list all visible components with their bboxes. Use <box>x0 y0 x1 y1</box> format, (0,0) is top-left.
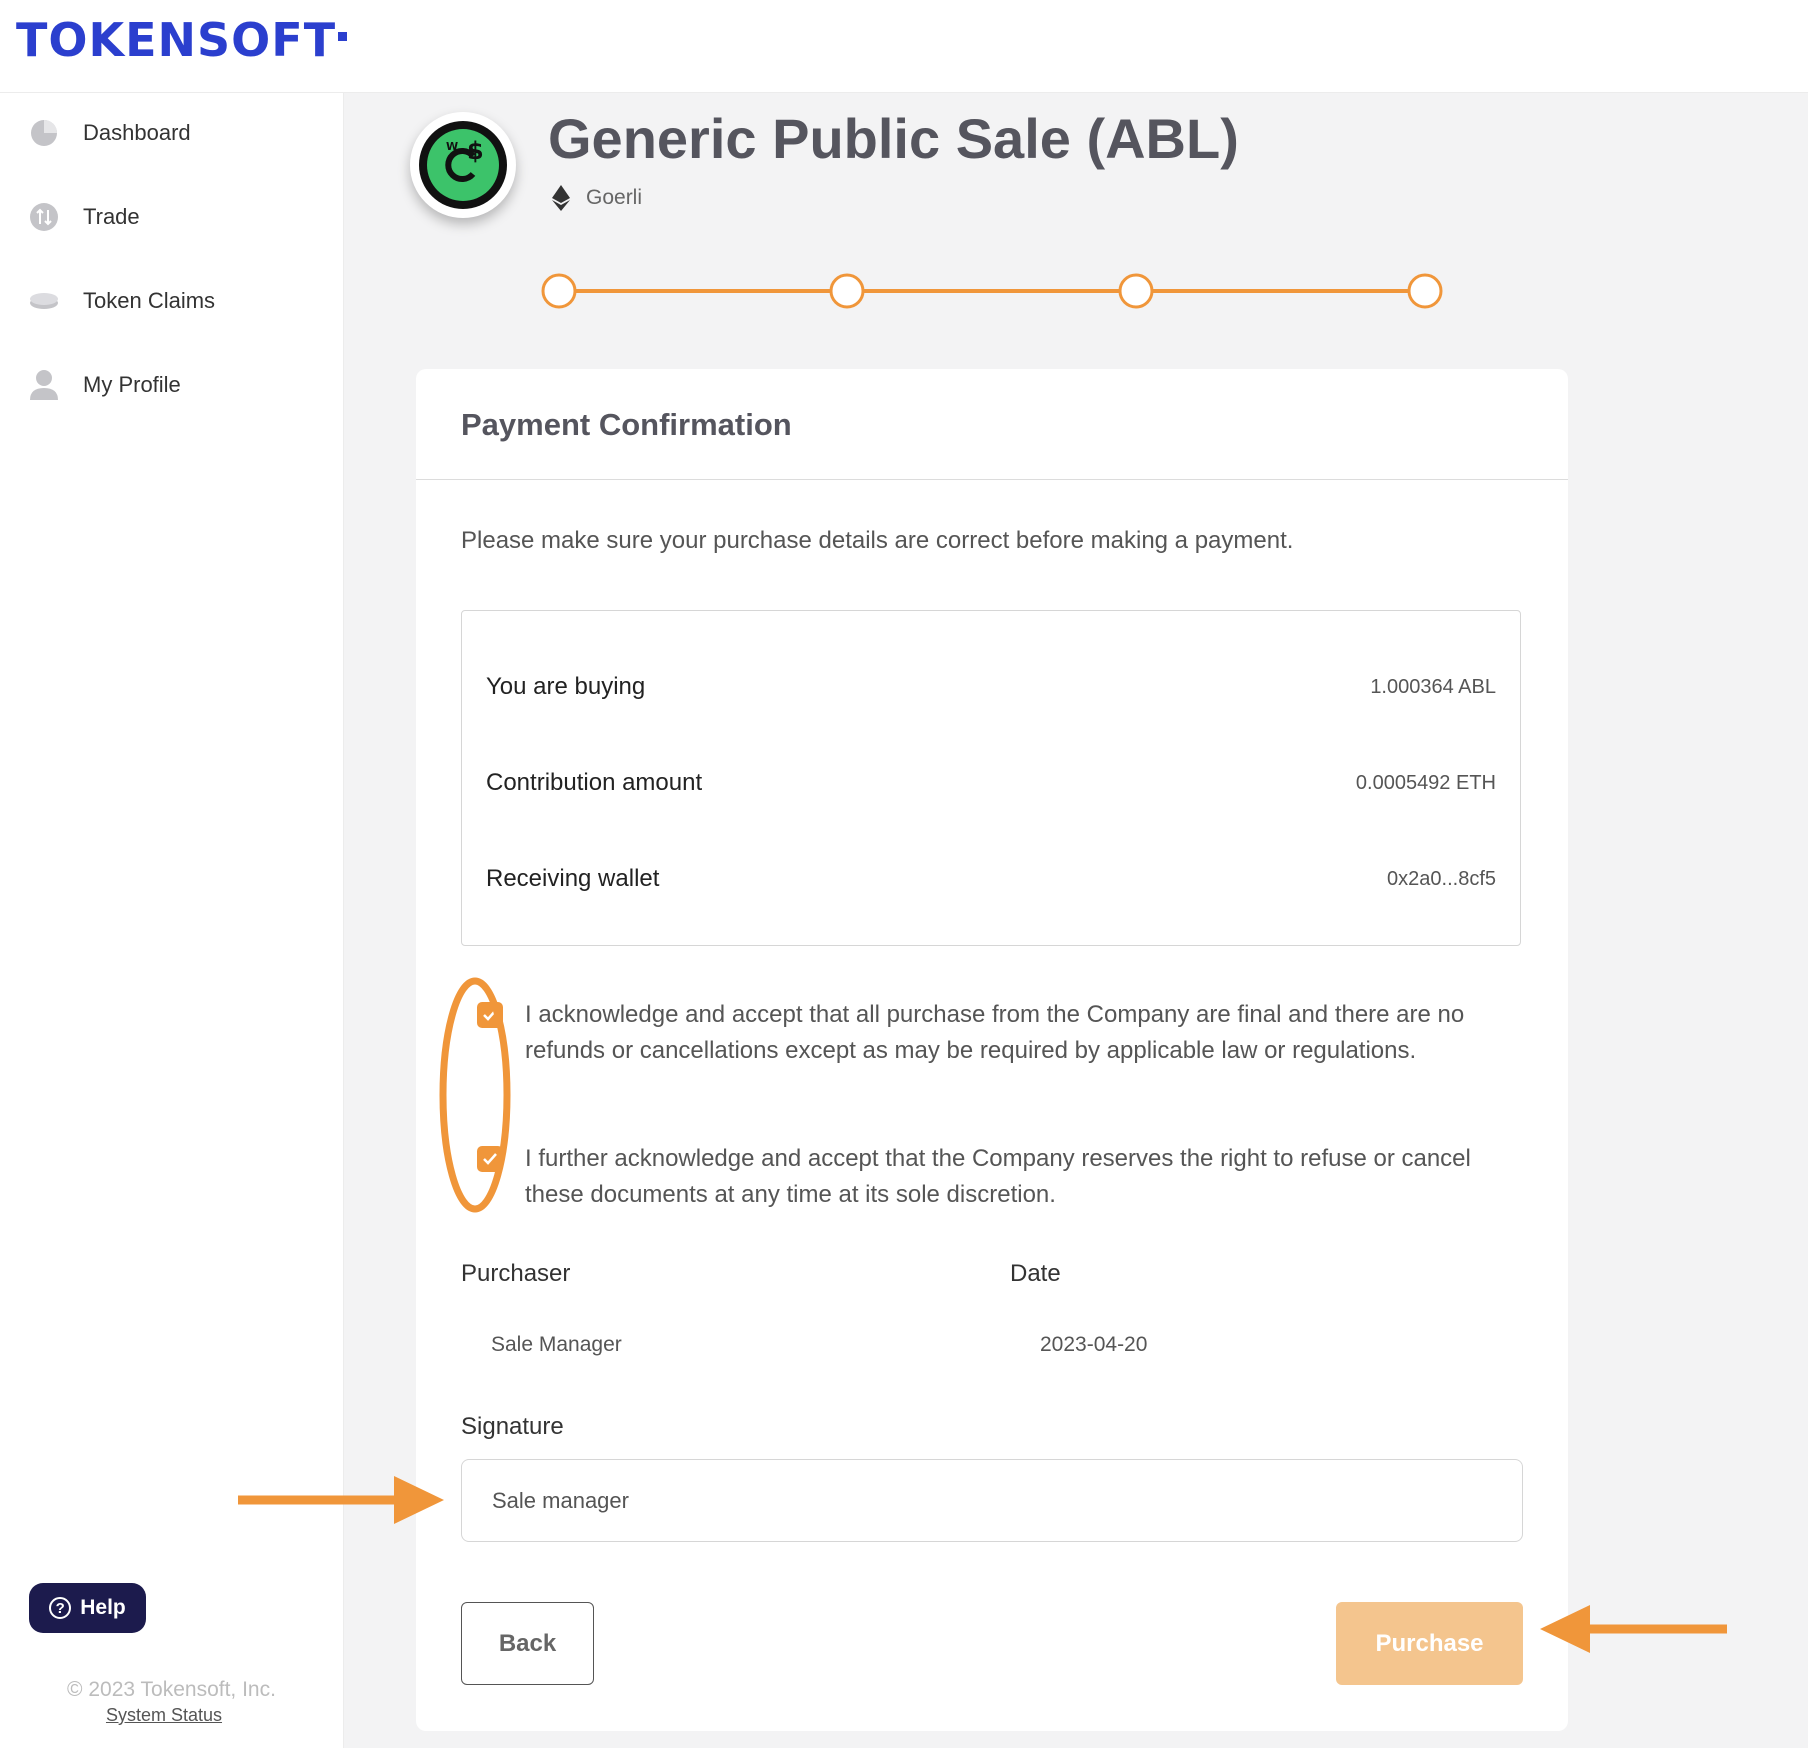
card-divider <box>416 479 1568 480</box>
summary-value: 0x2a0...8cf5 <box>1387 867 1496 890</box>
page-title: Generic Public Sale (ABL) <box>548 107 1239 170</box>
acknowledgement-text-1: I acknowledge and accept that all purcha… <box>525 1001 1465 1064</box>
purchaser-value: Sale Manager <box>491 1333 622 1356</box>
acknowledgement-checkbox-2[interactable] <box>477 1146 503 1172</box>
system-status-link[interactable]: System Status <box>0 1705 328 1726</box>
date-label: Date <box>1010 1260 1061 1287</box>
sidebar-item-label: Trade <box>83 204 140 229</box>
instruction-text: Please make sure your purchase details a… <box>461 527 1294 554</box>
summary-value: 1.000364 ABL <box>1370 675 1496 698</box>
help-button[interactable]: ? Help <box>29 1583 146 1633</box>
logo-text: TOKENSOFT <box>16 13 337 67</box>
summary-row-wallet: Receiving wallet 0x2a0...8cf5 <box>486 859 1496 899</box>
step-4 <box>1407 273 1443 309</box>
ethereum-icon <box>552 185 570 211</box>
step-3 <box>1118 273 1154 309</box>
dollar-coin-icon: $ W <box>415 117 511 213</box>
sidebar-item-dashboard[interactable]: Dashboard <box>0 103 343 163</box>
sidebar-item-label: Token Claims <box>83 288 216 313</box>
summary-row-buying: You are buying 1.000364 ABL <box>486 667 1496 707</box>
check-icon <box>483 1009 497 1021</box>
sidebar-item-token-claims[interactable]: Token Claims <box>0 271 343 331</box>
pie-chart-icon <box>28 117 60 149</box>
trade-icon <box>28 201 60 233</box>
sale-token-logo: $ W <box>410 112 516 218</box>
check-icon <box>483 1153 497 1165</box>
sidebar-item-label: Dashboard <box>83 120 191 145</box>
summary-label: Receiving wallet <box>486 865 660 892</box>
card-title: Payment Confirmation <box>461 407 792 442</box>
summary-value: 0.0005492 ETH <box>1355 771 1496 794</box>
top-header: TOKENSOFT <box>0 0 1808 93</box>
acknowledgement-text-2: I further acknowledge and accept that th… <box>525 1145 1471 1208</box>
network-indicator: Goerli <box>552 183 642 213</box>
copyright-text: © 2023 Tokensoft, Inc. <box>67 1678 276 1701</box>
user-icon <box>28 369 60 401</box>
logo-dot <box>338 32 348 41</box>
summary-label: You are buying <box>486 673 646 700</box>
purchase-button[interactable]: Purchase <box>1336 1602 1523 1685</box>
svg-text:W: W <box>446 140 458 153</box>
sidebar-item-trade[interactable]: Trade <box>0 187 343 247</box>
sidebar-item-my-profile[interactable]: My Profile <box>0 355 343 415</box>
summary-row-contribution: Contribution amount 0.0005492 ETH <box>486 763 1496 803</box>
sidebar-nav: Dashboard Trade Token Claims My Profile … <box>0 93 344 1748</box>
acknowledgement-2: I further acknowledge and accept that th… <box>461 1141 1541 1221</box>
acknowledgement-checkbox-1[interactable] <box>477 1002 503 1028</box>
svg-text:$: $ <box>467 137 484 165</box>
signature-input[interactable] <box>461 1459 1523 1542</box>
sidebar-item-label: My Profile <box>83 372 181 397</box>
purchaser-label: Purchaser <box>461 1260 571 1287</box>
network-name: Goerli <box>586 186 643 209</box>
help-label: Help <box>80 1596 126 1619</box>
summary-label: Contribution amount <box>486 769 703 796</box>
progress-stepper <box>541 273 1443 309</box>
payment-confirmation-card: Payment Confirmation Please make sure yo… <box>416 369 1568 1731</box>
purchase-summary: You are buying 1.000364 ABL Contribution… <box>461 610 1521 946</box>
step-1 <box>541 273 577 309</box>
signature-label: Signature <box>461 1413 564 1440</box>
back-button[interactable]: Back <box>461 1602 594 1685</box>
date-value: 2023-04-20 <box>1040 1333 1148 1356</box>
coin-stack-icon <box>28 285 60 317</box>
step-2 <box>829 273 865 309</box>
acknowledgement-1: I acknowledge and accept that all purcha… <box>461 997 1541 1117</box>
tokensoft-logo[interactable]: TOKENSOFT <box>16 13 348 67</box>
question-icon: ? <box>49 1597 72 1619</box>
